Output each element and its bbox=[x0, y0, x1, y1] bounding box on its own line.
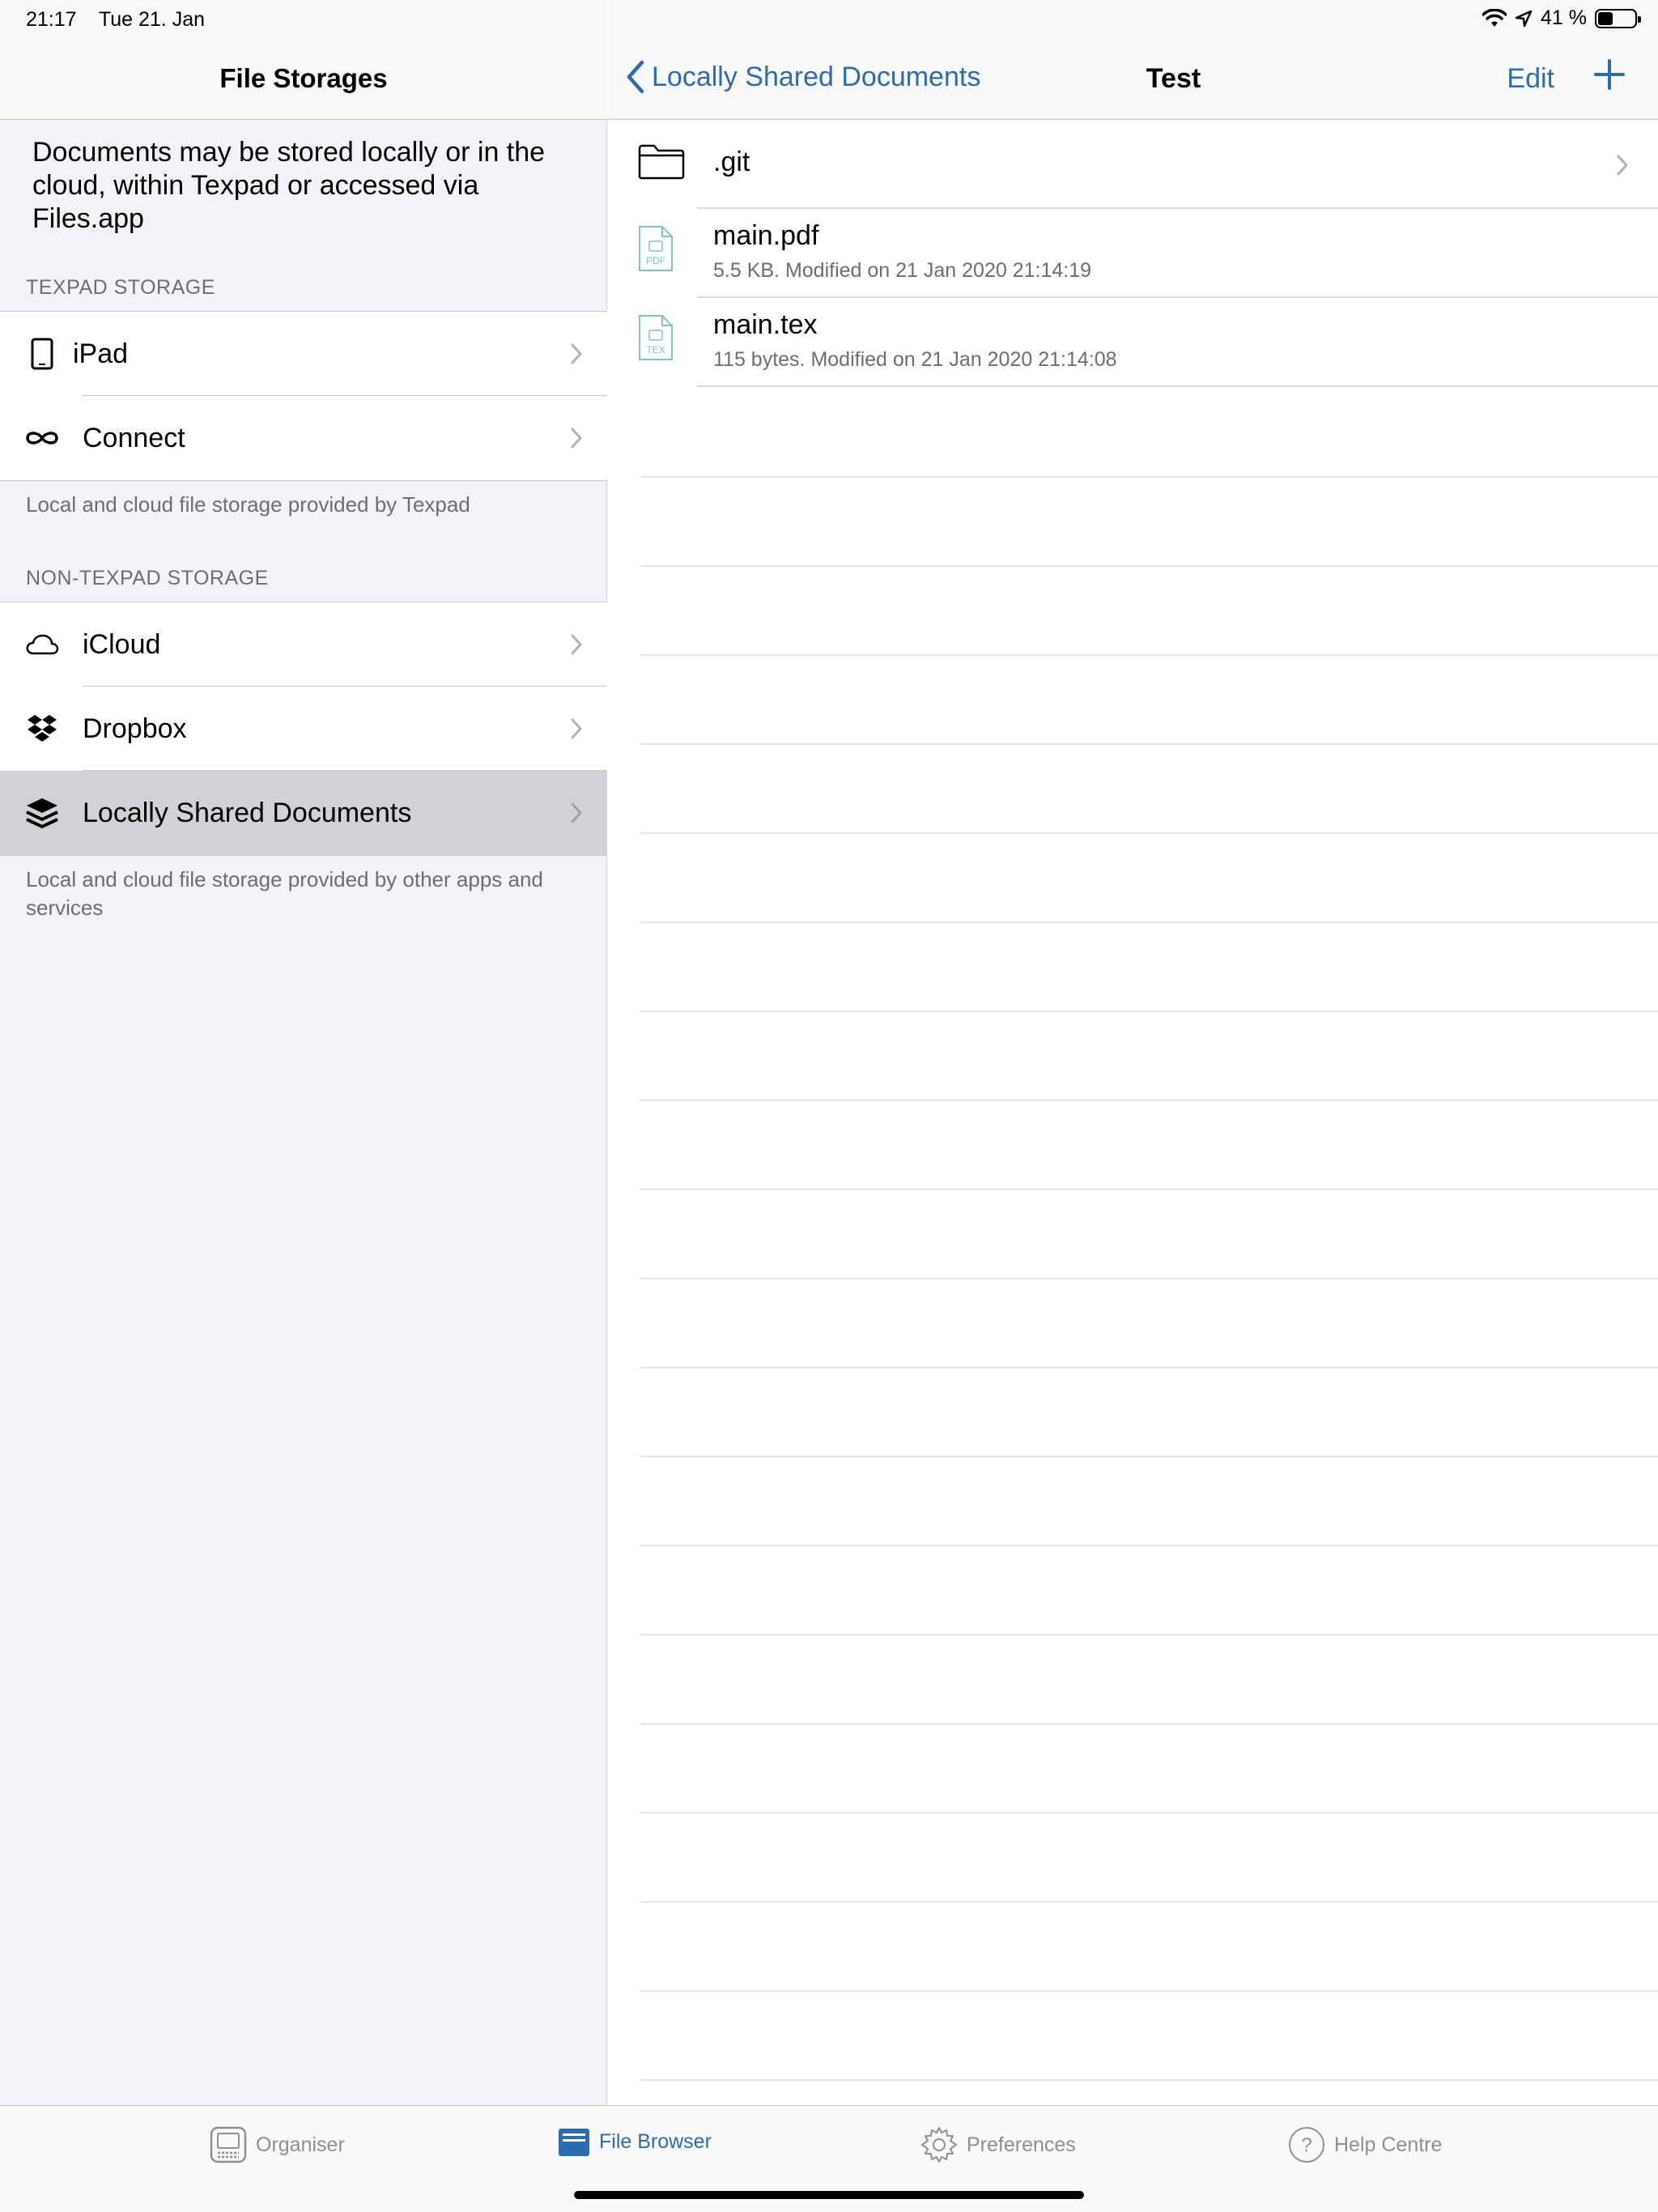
chevron-right-icon bbox=[571, 718, 582, 739]
empty-row-separator bbox=[640, 1901, 1658, 1903]
tab-organiser[interactable]: Organiser bbox=[209, 2125, 345, 2164]
empty-row-separator bbox=[640, 2079, 1658, 2081]
storage-label-icloud: iCloud bbox=[83, 628, 161, 660]
file-storages-pane: File Storages Documents may be stored lo… bbox=[0, 0, 607, 2105]
storage-label-connect: Connect bbox=[83, 422, 185, 453]
storage-intro-text: Documents may be stored locally or in th… bbox=[32, 137, 546, 234]
left-pane-title: File Storages bbox=[219, 63, 388, 93]
non-texpad-storage-header: NON-TEXPAD STORAGE bbox=[26, 567, 269, 589]
storage-row-locally-shared-documents[interactable]: Locally Shared Documents bbox=[0, 771, 607, 855]
empty-row-separator bbox=[640, 1010, 1658, 1012]
pdf-badge: PDF bbox=[646, 255, 665, 266]
wifi-icon bbox=[1482, 8, 1507, 27]
empty-row-separator bbox=[640, 476, 1658, 478]
empty-row-separator bbox=[640, 565, 1658, 567]
pdf-file-icon: PDF bbox=[639, 226, 673, 271]
status-time: 21:17 bbox=[26, 8, 77, 31]
edit-button[interactable]: Edit bbox=[1507, 63, 1554, 95]
tab-preferences[interactable]: Preferences bbox=[920, 2125, 1076, 2164]
file-list: .git PDF main.pdf 5.5 KB. Modified on 21… bbox=[608, 120, 1658, 387]
empty-row-separator bbox=[640, 1367, 1658, 1368]
svg-text:?: ? bbox=[1301, 2134, 1312, 2156]
chevron-right-icon bbox=[571, 428, 582, 449]
empty-row-separator bbox=[640, 921, 1658, 923]
empty-row-separator bbox=[640, 1812, 1658, 1814]
tab-help-centre[interactable]: ? Help Centre bbox=[1287, 2125, 1442, 2164]
tex-badge: TEX bbox=[646, 344, 665, 355]
file-row-git[interactable]: .git bbox=[608, 120, 1658, 209]
cloud-icon bbox=[24, 627, 60, 662]
battery-percent: 41 % bbox=[1541, 6, 1587, 29]
non-texpad-storage-group: iCloud Dropbox Locally Shared Documents bbox=[0, 602, 607, 856]
tab-file-browser[interactable]: File Browser bbox=[557, 2125, 712, 2158]
row-separator bbox=[697, 385, 1658, 387]
empty-row-separator bbox=[640, 1278, 1658, 1279]
location-icon bbox=[1515, 10, 1533, 27]
status-bar: 21:17 Tue 21. Jan 41 % bbox=[0, 0, 1658, 39]
status-time-date: 21:17 Tue 21. Jan bbox=[26, 8, 205, 32]
file-name: main.pdf bbox=[713, 220, 819, 251]
empty-row-separator bbox=[640, 1634, 1658, 1636]
empty-row-separator bbox=[640, 1545, 1658, 1546]
chevron-right-icon bbox=[571, 343, 582, 364]
folder-title: Test bbox=[1146, 63, 1201, 94]
chevron-right-icon bbox=[571, 634, 582, 655]
empty-row-separator bbox=[640, 1100, 1658, 1101]
folder-icon bbox=[638, 144, 685, 180]
status-indicators: 41 % bbox=[1482, 6, 1641, 30]
storage-label-ipad: iPad bbox=[73, 338, 129, 369]
battery-icon bbox=[1595, 8, 1641, 28]
gear-icon bbox=[921, 2127, 957, 2163]
tex-file-icon: TEX bbox=[639, 315, 673, 360]
tab-label-preferences: Preferences bbox=[967, 2133, 1076, 2156]
non-texpad-storage-footer: Local and cloud file storage provided by… bbox=[26, 867, 543, 920]
empty-row-separator bbox=[640, 743, 1658, 745]
file-meta: 115 bytes. Modified on 21 Jan 2020 21:14… bbox=[713, 348, 1117, 371]
dropbox-icon bbox=[24, 711, 60, 747]
empty-row-separator bbox=[640, 654, 1658, 656]
tab-label-help-centre: Help Centre bbox=[1334, 2133, 1443, 2156]
empty-row-separator bbox=[640, 1723, 1658, 1725]
texpad-storage-group: iPad Connect bbox=[0, 311, 607, 481]
layers-icon bbox=[24, 795, 60, 831]
storage-label-dropbox: Dropbox bbox=[83, 713, 187, 744]
empty-row-separator bbox=[640, 1990, 1658, 1992]
battery-fill bbox=[1598, 11, 1613, 25]
help-icon: ? bbox=[1289, 2127, 1324, 2163]
texpad-storage-footer: Local and cloud file storage provided by… bbox=[26, 492, 470, 517]
chevron-right-icon bbox=[571, 802, 582, 823]
storage-row-ipad[interactable]: iPad bbox=[0, 312, 607, 396]
empty-row-separator bbox=[640, 1189, 1658, 1190]
storage-row-icloud[interactable]: iCloud bbox=[0, 602, 607, 687]
file-browser-icon bbox=[559, 2129, 589, 2156]
ipad-icon bbox=[24, 336, 60, 372]
infinity-icon bbox=[24, 420, 60, 456]
chevron-right-icon bbox=[1617, 155, 1628, 176]
storage-row-dropbox[interactable]: Dropbox bbox=[0, 687, 607, 771]
home-indicator[interactable] bbox=[574, 2191, 1084, 2199]
tab-label-file-browser: File Browser bbox=[599, 2129, 712, 2153]
file-browser-pane: Locally Shared Documents Test Edit .git bbox=[608, 0, 1658, 2105]
app-root: 21:17 Tue 21. Jan 41 % File Storages Doc… bbox=[0, 0, 1658, 2212]
add-icon[interactable] bbox=[1593, 58, 1626, 91]
file-row-main-tex[interactable]: TEX main.tex 115 bytes. Modified on 21 J… bbox=[608, 298, 1658, 387]
empty-row-separator bbox=[640, 832, 1658, 834]
status-date: Tue 21. Jan bbox=[98, 8, 206, 31]
file-name: .git bbox=[713, 147, 750, 177]
storage-label-locally-shared: Locally Shared Documents bbox=[83, 797, 412, 828]
file-name: main.tex bbox=[713, 309, 818, 340]
organiser-icon bbox=[210, 2126, 247, 2163]
tab-label-organiser: Organiser bbox=[256, 2133, 345, 2156]
file-row-main-pdf[interactable]: PDF main.pdf 5.5 KB. Modified on 21 Jan … bbox=[608, 209, 1658, 298]
storage-row-connect[interactable]: Connect bbox=[0, 396, 607, 480]
file-meta: 5.5 KB. Modified on 21 Jan 2020 21:14:19 bbox=[713, 259, 1092, 282]
texpad-storage-header: TEXPAD STORAGE bbox=[26, 276, 215, 299]
empty-row-separator bbox=[640, 1456, 1658, 1457]
